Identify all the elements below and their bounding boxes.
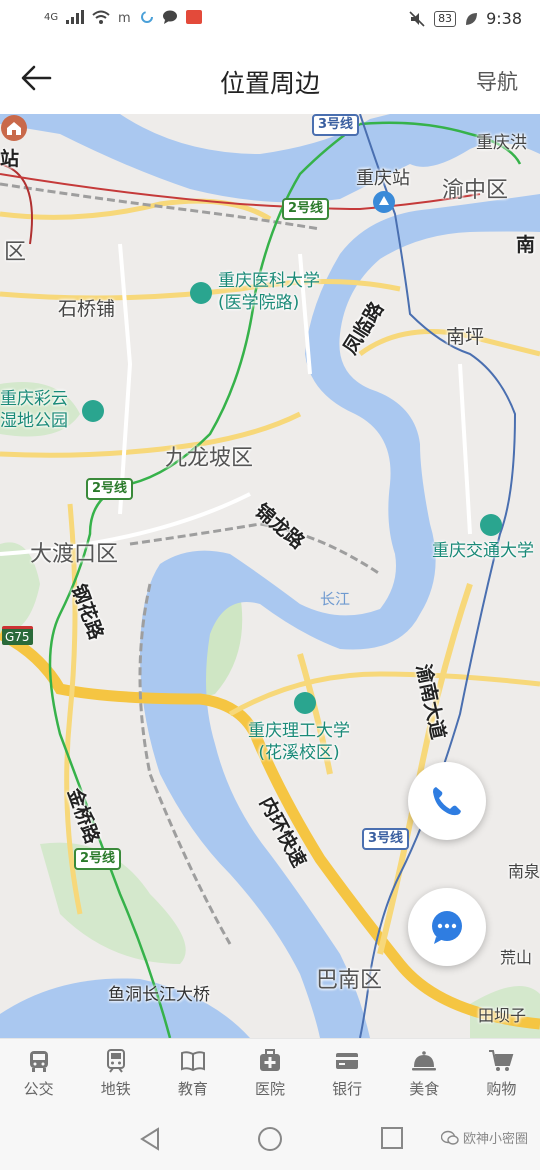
tab-label: 教育 — [177, 1080, 208, 1098]
watermark: 欧神小密圈 — [440, 1128, 528, 1147]
bus-icon — [29, 1051, 48, 1072]
district-label: 大渡口区 — [30, 542, 119, 567]
university-poi-icon[interactable] — [190, 282, 212, 304]
poi-sub: (医学院路) — [218, 293, 300, 313]
place-label: 南泉 — [508, 862, 540, 881]
poi-sub: (花溪校区) — [258, 743, 340, 763]
tab-bus[interactable]: 公交 — [0, 1039, 77, 1108]
tab-food[interactable]: 美食 — [386, 1039, 463, 1108]
message-icon — [163, 10, 178, 24]
top-app-bar: 位置周边 导航 — [0, 42, 540, 114]
poi-label[interactable]: 重庆交通大学 — [432, 540, 534, 562]
system-recents-icon[interactable] — [380, 1126, 404, 1150]
watermark-text: 欧神小密圈 — [462, 1132, 528, 1147]
loading-icon — [141, 11, 154, 23]
tab-subway[interactable]: 地铁 — [77, 1039, 154, 1108]
place-label: 南 — [516, 234, 536, 256]
poi-label[interactable]: 重庆彩云 湿地公园 — [0, 388, 68, 432]
tab-label: 美食 — [409, 1080, 440, 1098]
chat-button[interactable] — [408, 888, 486, 966]
system-navigation-bar: 欧神小密圈 — [0, 1108, 540, 1170]
metro-line-tag: 2号线 — [282, 198, 330, 220]
road-label: 站 — [0, 148, 20, 170]
tab-label: 购物 — [486, 1080, 517, 1098]
page-title: 位置周边 — [219, 69, 320, 98]
leaf-icon — [466, 12, 478, 25]
metro-line-tag: 2号线 — [86, 478, 134, 500]
tab-label: 医院 — [254, 1080, 285, 1098]
district-label: 九龙坡区 — [165, 446, 254, 471]
place-label: 荒山 — [500, 948, 533, 967]
book-icon — [180, 1051, 205, 1072]
wechat-icon — [440, 1130, 459, 1145]
metro-line-tag: 2号线 — [74, 848, 122, 870]
district-label: 渝中区 — [442, 178, 509, 203]
svg-text:m: m — [118, 11, 131, 24]
place-label: 田坝子 — [478, 1006, 527, 1025]
network-label: 4G — [44, 11, 59, 23]
poi-name: 重庆彩云 — [0, 389, 68, 409]
tab-education[interactable]: 教育 — [154, 1039, 231, 1108]
tab-bank[interactable]: 银行 — [309, 1039, 386, 1108]
tab-label: 地铁 — [100, 1080, 131, 1098]
metro-line-tag: 3号线 — [312, 114, 360, 136]
highway-shield: G75 — [2, 626, 33, 645]
poi-sub: 湿地公园 — [0, 411, 68, 431]
place-label: 重庆站 — [356, 168, 410, 189]
app-m-icon: m — [118, 11, 131, 24]
wifi-icon — [92, 10, 110, 24]
app-badge-icon — [186, 10, 203, 24]
chat-icon — [432, 911, 462, 944]
poi-name: 重庆医科大学 — [218, 271, 320, 291]
place-label: 区 — [4, 240, 27, 265]
navigate-button[interactable]: 导航 — [476, 66, 518, 96]
tab-shopping[interactable]: 购物 — [463, 1039, 540, 1108]
place-label: 南坪 — [446, 326, 485, 348]
river-label: 长江 — [320, 590, 351, 608]
map-view[interactable]: 渝中区 九龙坡区 大渡口区 巴南区 石桥铺 南坪 重庆站 重庆洪 荒山 南泉 田… — [0, 114, 540, 1038]
road-label: 鱼洞长江大桥 — [108, 985, 210, 1005]
university-poi-icon[interactable] — [480, 514, 502, 536]
cart-icon — [489, 1050, 514, 1071]
poi-name: 重庆理工大学 — [248, 721, 350, 741]
food-icon — [412, 1051, 437, 1071]
clock: 9:38 — [486, 9, 522, 28]
tab-label: 公交 — [23, 1080, 54, 1098]
back-arrow-icon[interactable] — [20, 62, 56, 94]
train-station-icon[interactable] — [372, 190, 396, 214]
location-pin-icon[interactable] — [0, 114, 28, 142]
system-home-icon[interactable] — [257, 1126, 283, 1152]
tab-hospital[interactable]: 医院 — [231, 1039, 308, 1108]
subway-icon — [106, 1049, 125, 1073]
university-poi-icon[interactable] — [294, 692, 316, 714]
poi-label[interactable]: 重庆理工大学 (花溪校区) — [248, 720, 350, 764]
poi-label[interactable]: 重庆医科大学 (医学院路) — [218, 270, 320, 314]
system-back-icon[interactable] — [138, 1126, 162, 1152]
card-icon — [336, 1053, 359, 1069]
metro-line-tag: 3号线 — [362, 828, 410, 850]
hospital-icon — [259, 1049, 280, 1071]
place-label: 重庆洪 — [476, 133, 527, 153]
battery-level: 83 — [434, 10, 457, 27]
signal-icon — [66, 10, 85, 24]
category-tab-bar: 公交 地铁 教育 医院 银行 美食 购物 — [0, 1038, 540, 1108]
mute-icon — [409, 10, 425, 27]
phone-icon — [433, 787, 461, 816]
call-button[interactable] — [408, 762, 486, 840]
place-label: 石桥铺 — [58, 298, 116, 320]
tab-label: 银行 — [332, 1080, 363, 1098]
poi-name: 重庆交通大学 — [432, 541, 534, 561]
status-bar: 4G m 83 9:38 — [0, 0, 540, 42]
district-label: 巴南区 — [316, 968, 383, 993]
park-poi-icon[interactable] — [82, 400, 104, 422]
